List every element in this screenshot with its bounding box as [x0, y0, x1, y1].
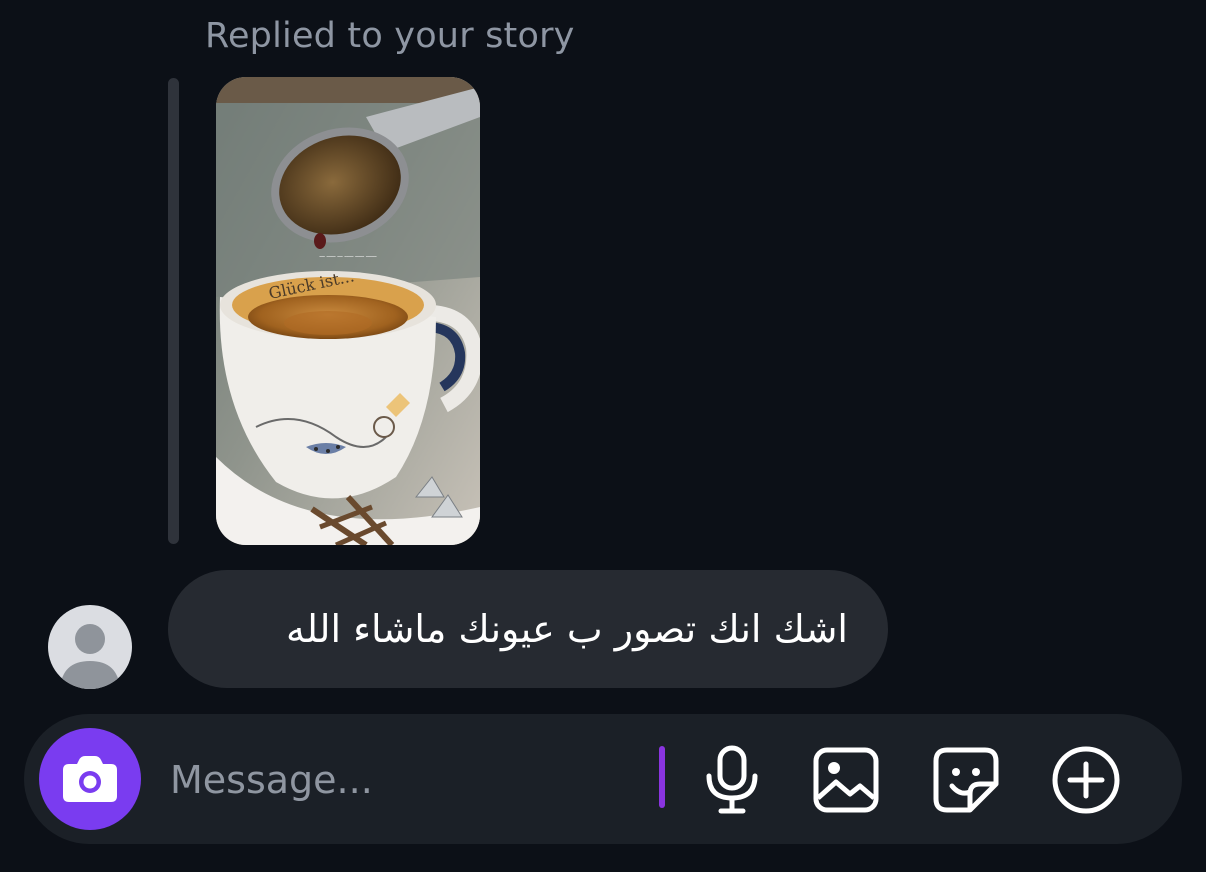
message-text: اشك انك تصور ب عيونك ماشاء الله — [285, 607, 848, 651]
sticker-button[interactable] — [930, 744, 1002, 816]
voice-message-button[interactable] — [696, 744, 768, 816]
message-input[interactable] — [170, 746, 650, 814]
reply-quote-bar — [168, 78, 179, 544]
story-image: ــــــ ـــــ ـــــ ـــ ـــــ ـــ Glück i… — [216, 77, 480, 545]
svg-text:ــــــ ـــــ ـــــ ـــ ـــــ ـ: ــــــ ـــــ ـــــ ـــ ـــــ ـــ — [319, 252, 377, 259]
plus-circle-icon — [1052, 746, 1120, 814]
story-thumbnail[interactable]: ــــــ ـــــ ـــــ ـــ ـــــ ـــ Glück i… — [216, 77, 480, 545]
camera-button[interactable] — [39, 728, 141, 830]
sticker-icon — [933, 747, 999, 813]
default-avatar-icon — [60, 624, 120, 689]
bottom-edge — [0, 862, 1206, 872]
sender-avatar[interactable] — [48, 605, 132, 689]
text-cursor — [659, 746, 665, 808]
message-bubble[interactable]: اشك انك تصور ب عيونك ماشاء الله — [168, 570, 888, 688]
microphone-icon — [706, 745, 758, 814]
gallery-button[interactable] — [810, 744, 882, 816]
gallery-icon — [813, 747, 879, 813]
story-reply-label: Replied to your story — [205, 16, 575, 56]
more-options-button[interactable] — [1050, 744, 1122, 816]
camera-icon — [63, 756, 117, 802]
